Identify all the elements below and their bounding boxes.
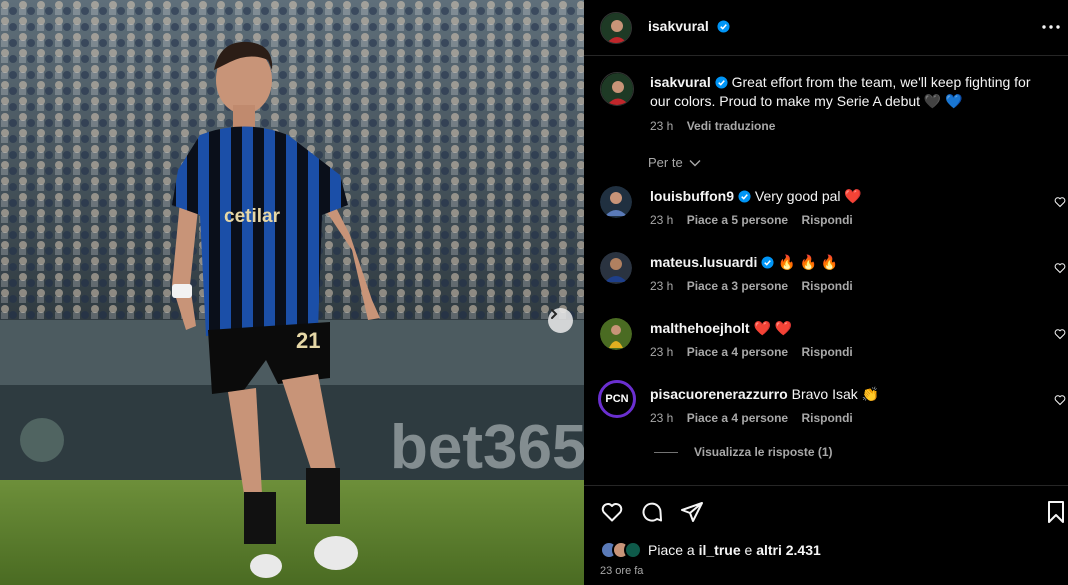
heart-outline-icon[interactable] — [1054, 262, 1066, 274]
comment-item: mateus.lusuardi 🔥 🔥 🔥 23 h Piace a 3 per… — [584, 253, 1068, 309]
post-timestamp: 23 ore fa — [600, 565, 644, 577]
comment-emoji: 🔥 🔥 🔥 — [778, 254, 839, 270]
more-options-button[interactable] — [1040, 18, 1062, 36]
comment-time: 23 h — [650, 279, 674, 293]
comment-item: malthehoejholt ❤️ ❤️ 23 h Piace a 4 pers… — [584, 319, 1068, 375]
caption-emoji: 🖤 💙 — [923, 93, 963, 109]
likes-others[interactable]: altri 2.431 — [756, 542, 821, 558]
view-replies-label: Visualizza le risposte (1) — [694, 445, 833, 459]
heart-icon[interactable] — [600, 500, 624, 524]
board-text: bet365 — [390, 413, 584, 482]
comment-emoji: ❤️ ❤️ — [753, 320, 793, 336]
comment-username[interactable]: louisbuffon9 — [650, 188, 734, 204]
reply-button[interactable]: Rispondi — [801, 345, 852, 359]
filter-label: Per te — [648, 155, 683, 170]
photo-illustration: bet365 cetilar 21 — [0, 0, 584, 585]
comment-icon[interactable] — [640, 500, 664, 524]
post-caption: isakvural Great effort from the team, we… — [650, 73, 1046, 136]
reply-button[interactable]: Rispondi — [801, 279, 852, 293]
comment-filter-dropdown[interactable]: Per te — [648, 155, 701, 170]
comment-item: louisbuffon9 Very good pal ❤️ 23 h Piace… — [584, 187, 1068, 243]
reply-button[interactable]: Rispondi — [801, 213, 852, 227]
comment-likes[interactable]: Piace a 4 persone — [687, 345, 788, 359]
comment-likes[interactable]: Piace a 3 persone — [687, 279, 788, 293]
jersey-sponsor: cetilar — [224, 206, 281, 227]
likes-middle: e — [744, 542, 753, 558]
caption-username[interactable]: isakvural — [650, 74, 711, 90]
jersey-number: 21 — [296, 328, 320, 353]
next-photo-button[interactable] — [548, 308, 573, 333]
chevron-right-icon — [551, 309, 558, 319]
heart-outline-icon[interactable] — [1054, 394, 1066, 406]
comment-time: 23 h — [650, 213, 674, 227]
post-header: isakvural — [584, 0, 1068, 56]
divider-line — [654, 451, 678, 453]
avatar-image — [601, 13, 631, 43]
share-icon[interactable] — [680, 500, 704, 524]
verified-badge-icon — [761, 256, 774, 269]
comment-time: 23 h — [650, 411, 674, 425]
verified-badge-icon — [738, 190, 751, 203]
chevron-down-icon — [689, 160, 701, 167]
likes-prefix: Piace a — [648, 542, 695, 558]
author-username[interactable]: isakvural — [648, 18, 709, 34]
comment-emoji: ❤️ — [844, 188, 862, 204]
comment-username[interactable]: pisacuorenerazzurro — [650, 386, 788, 402]
post-photo[interactable]: bet365 cetilar 21 — [0, 0, 584, 585]
heart-outline-icon[interactable] — [1054, 328, 1066, 340]
liker-username[interactable]: il_true — [699, 542, 741, 558]
avatar-image — [601, 73, 633, 105]
comment-time: 23 h — [650, 345, 674, 359]
verified-badge-icon — [715, 76, 728, 89]
view-replies-button[interactable]: Visualizza le risposte (1) — [654, 445, 833, 459]
author-avatar[interactable] — [600, 12, 632, 44]
comment-likes[interactable]: Piace a 5 persone — [687, 213, 788, 227]
comment-username[interactable]: malthehoejholt — [650, 320, 750, 336]
comment-likes[interactable]: Piace a 4 persone — [687, 411, 788, 425]
liker-avatar — [624, 541, 642, 559]
comment-username[interactable]: mateus.lusuardi — [650, 254, 757, 270]
more-horizontal-icon — [1042, 25, 1060, 29]
comment-text: Bravo Isak — [791, 386, 858, 402]
likes-summary[interactable]: Piace a il_true e altri 2.431 — [600, 541, 821, 559]
bookmark-icon[interactable] — [1046, 500, 1066, 524]
verified-badge-icon — [717, 20, 730, 33]
post-actions-bar: Piace a il_true e altri 2.431 23 ore fa — [584, 485, 1068, 585]
comment-emoji: 👏 — [861, 386, 880, 402]
comment-text: Very good pal — [754, 188, 841, 204]
heart-outline-icon[interactable] — [1054, 196, 1066, 208]
caption-avatar[interactable] — [600, 72, 634, 106]
translate-link[interactable]: Vedi traduzione — [687, 119, 776, 133]
caption-time: 23 h — [650, 119, 674, 133]
comment-item: pisacuorenerazzurro Bravo Isak 👏 23 h Pi… — [584, 385, 1068, 441]
post-detail-panel: isakvural isakvural Great effort from th… — [584, 0, 1068, 585]
reply-button[interactable]: Rispondi — [801, 411, 852, 425]
